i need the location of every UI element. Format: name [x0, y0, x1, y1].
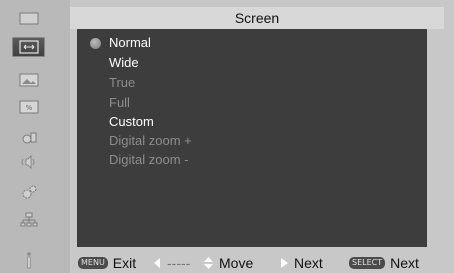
select-key-icon: SELECT [349, 257, 386, 269]
screen-options-panel: Normal Wide True Full Custom Digital zoo… [77, 29, 427, 247]
image-icon[interactable] [12, 70, 45, 90]
menu-header: Screen [70, 7, 444, 29]
next-hint: Next [281, 253, 323, 273]
move-hint: Move [204, 253, 253, 273]
option-digital-zoom-plus: Digital zoom + [109, 133, 192, 148]
info-icon[interactable] [12, 250, 45, 270]
select-label: Next [390, 255, 419, 271]
next-label: Next [294, 255, 323, 271]
page-title: Screen [234, 10, 280, 26]
left-arrow-icon [154, 258, 160, 268]
gear-icon[interactable] [12, 182, 45, 202]
svg-text:%: % [25, 104, 32, 112]
select-hint[interactable]: SELECT Next [349, 253, 419, 273]
exit-label: Exit [112, 255, 137, 271]
sidebar-icon-rail: % [0, 0, 70, 273]
footer-help-bar: MENU Exit ----- Move Next SELECT Next [70, 253, 454, 273]
network-icon[interactable] [12, 210, 45, 230]
back-label: ----- [167, 255, 191, 271]
option-true: True [109, 75, 136, 90]
menu-key-icon: MENU [78, 257, 108, 269]
setting-icon[interactable] [12, 127, 45, 147]
option-normal[interactable]: Normal [109, 35, 151, 50]
option-wide[interactable]: Wide [109, 55, 139, 70]
display-icon[interactable] [12, 9, 45, 29]
right-arrow-icon [281, 258, 288, 268]
screen-icon[interactable] [12, 37, 45, 57]
back-hint: ----- [154, 253, 190, 273]
option-custom[interactable]: Custom [109, 114, 154, 129]
option-digital-zoom-minus: Digital zoom - [109, 152, 189, 167]
up-down-arrow-icon [204, 257, 213, 269]
image-adjust-icon[interactable]: % [12, 97, 45, 117]
exit-hint[interactable]: MENU Exit [78, 253, 136, 273]
selected-radio-icon [90, 38, 101, 49]
option-full: Full [109, 95, 130, 110]
sound-icon[interactable] [12, 152, 45, 172]
move-label: Move [219, 255, 254, 271]
